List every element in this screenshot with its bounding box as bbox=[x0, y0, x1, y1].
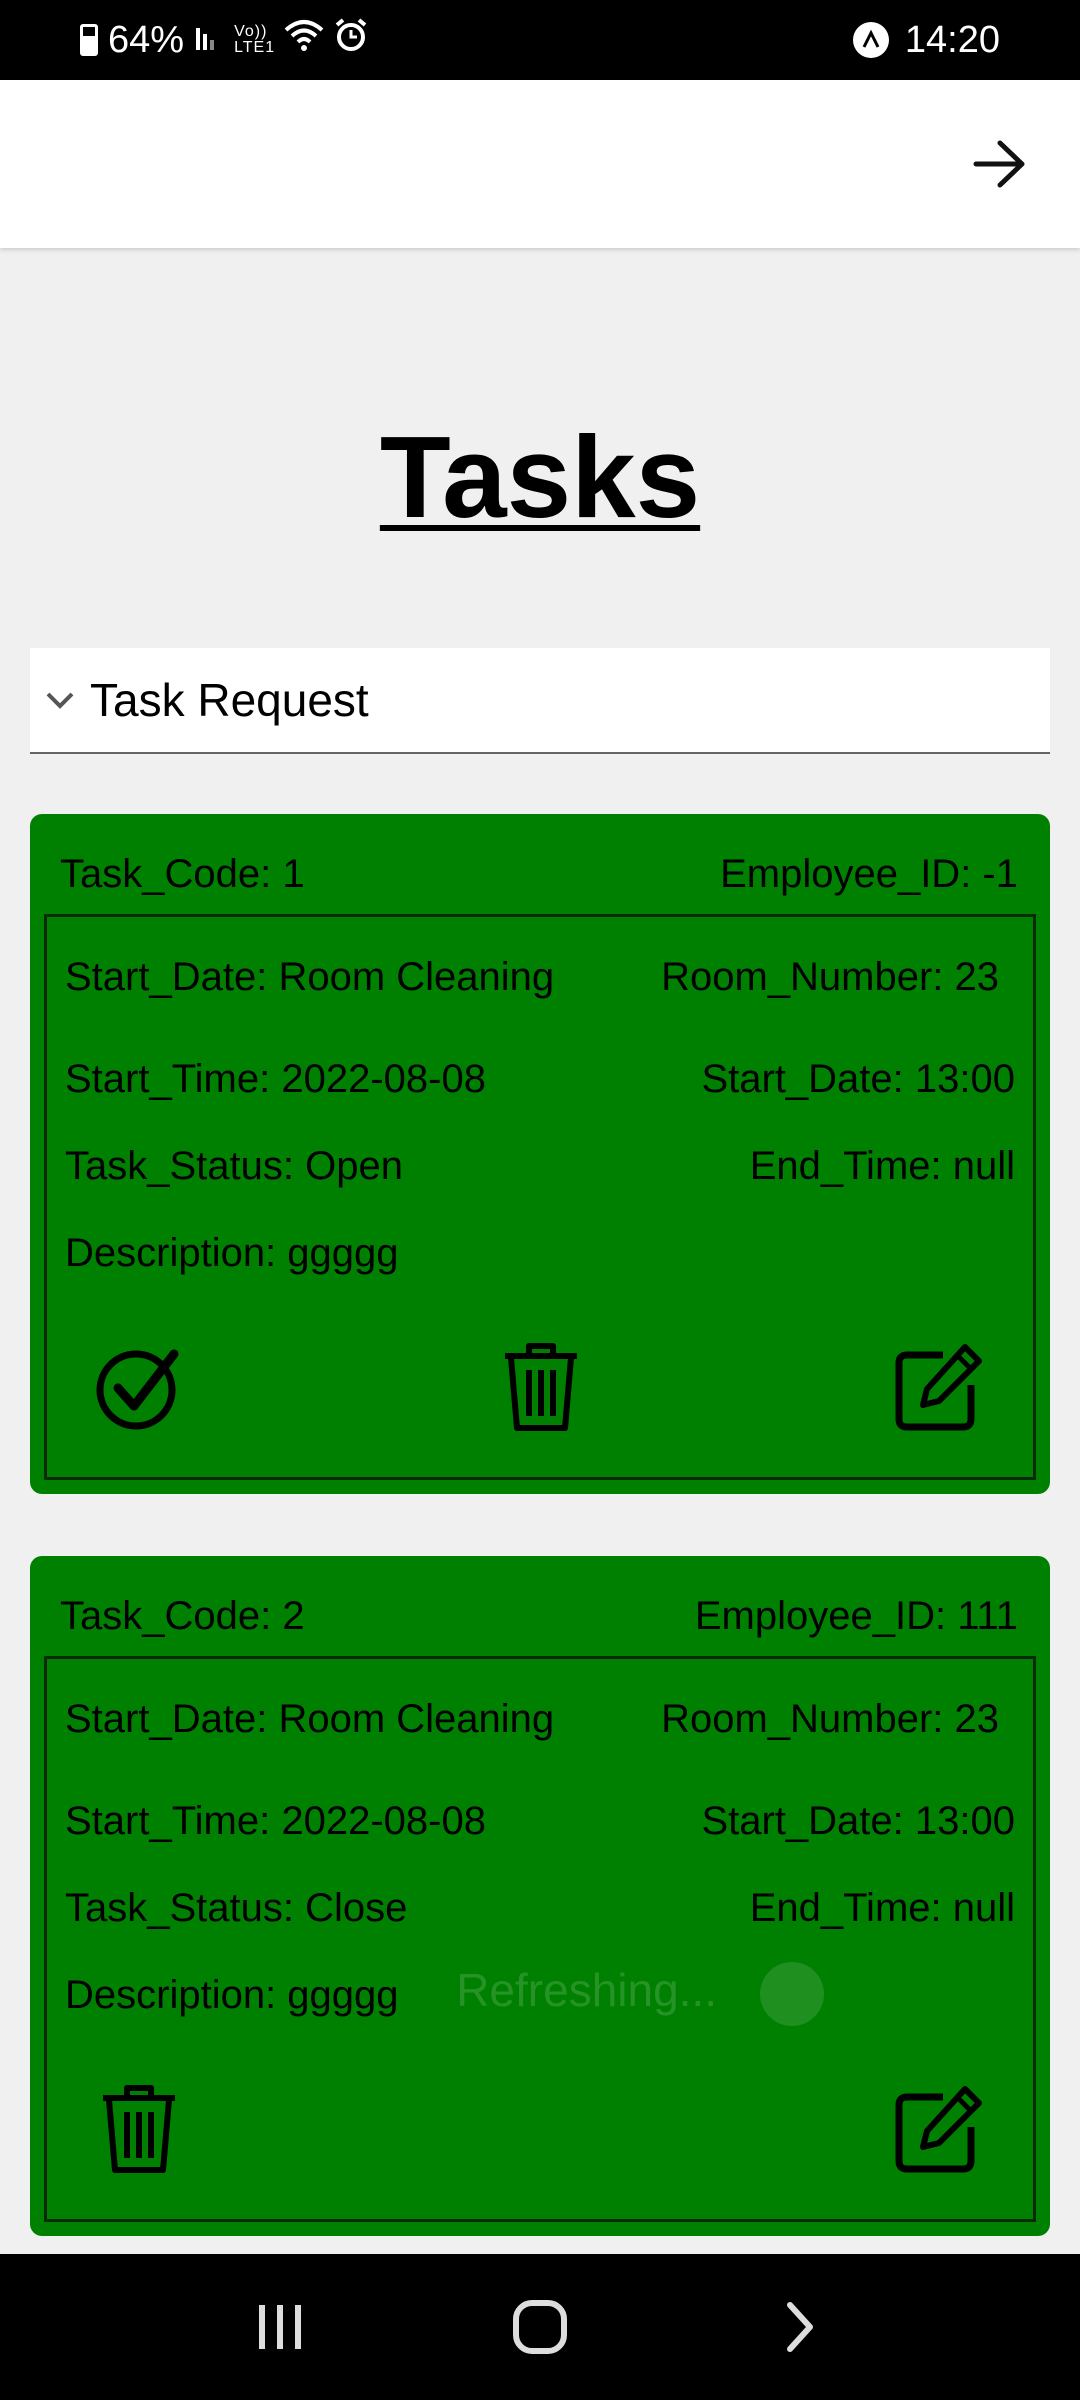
detail-row: Start_Time: 2022-08-08 Start_Date: 13:00 bbox=[65, 1799, 1015, 1844]
detail-row: Description: ggggg bbox=[65, 1973, 1015, 2018]
card-actions bbox=[47, 1337, 1033, 1437]
back-icon bbox=[787, 2302, 813, 2352]
complete-button[interactable] bbox=[89, 1337, 189, 1437]
recent-apps-icon bbox=[259, 2305, 301, 2349]
card-details: Start_Date: Room Cleaning Room_Number: 2… bbox=[44, 1656, 1036, 2222]
wifi-icon bbox=[284, 18, 324, 62]
employee-id: Employee_ID: 111 bbox=[694, 1594, 1018, 1638]
card-header: Task_Code: 1 Employee_ID: -1 bbox=[60, 852, 1018, 897]
page-title: Tasks bbox=[379, 412, 701, 542]
detail-row: Start_Date: Room Cleaning Room_Number: 2… bbox=[65, 1697, 1015, 1742]
detail-row: Description: ggggg bbox=[65, 1231, 1015, 1276]
status-right: 14:20 bbox=[852, 18, 1000, 62]
end-time: End_Time: null bbox=[749, 1144, 1015, 1188]
home-icon bbox=[513, 2300, 567, 2354]
card-header: Task_Code: 2 Employee_ID: 111 bbox=[60, 1594, 1018, 1639]
home-button[interactable] bbox=[495, 2282, 585, 2372]
start-time: Start_Time: 2022-08-08 bbox=[65, 1057, 486, 1101]
status-left: 64% Vo)) LTE1 bbox=[80, 18, 368, 62]
task-code: Task_Code: 1 bbox=[60, 852, 305, 896]
task-status: Task_Status: Open bbox=[65, 1144, 403, 1188]
delete-button[interactable] bbox=[89, 2079, 189, 2179]
arrow-right-icon bbox=[973, 140, 1025, 188]
task-status: Task_Status: Close bbox=[65, 1886, 408, 1930]
delete-button[interactable] bbox=[491, 1337, 591, 1437]
employee-id: Employee_ID: -1 bbox=[720, 852, 1018, 896]
task-code: Task_Code: 2 bbox=[60, 1594, 305, 1638]
check-circle-icon bbox=[96, 1349, 179, 1430]
task-card: Task_Code: 2 Employee_ID: 111 Start_Date… bbox=[30, 1556, 1050, 2236]
start-date: Start_Date: 13:00 bbox=[701, 1057, 1015, 1101]
battery-level: 64% bbox=[108, 18, 185, 61]
task-request-accordion[interactable]: Task Request bbox=[30, 648, 1050, 754]
card-actions bbox=[47, 2079, 1033, 2179]
start-time: Start_Time: 2022-08-08 bbox=[65, 1799, 486, 1843]
edit-button[interactable] bbox=[889, 2079, 989, 2179]
edit-icon bbox=[895, 2086, 982, 2173]
description: Description: ggggg bbox=[65, 1231, 399, 1275]
trash-icon bbox=[103, 2085, 175, 2173]
edit-icon bbox=[895, 1344, 982, 1431]
card-details: Start_Date: Room Cleaning Room_Number: 2… bbox=[44, 914, 1036, 1480]
signal-icon bbox=[194, 22, 224, 59]
chevron-down-icon bbox=[46, 692, 74, 709]
task-type: Start_Date: Room Cleaning bbox=[65, 1697, 555, 1741]
recent-apps-button[interactable] bbox=[235, 2282, 325, 2372]
start-date: Start_Date: 13:00 bbox=[701, 1799, 1015, 1843]
task-type: Start_Date: Room Cleaning bbox=[65, 955, 555, 999]
detail-row: Start_Time: 2022-08-08 Start_Date: 13:00 bbox=[65, 1057, 1015, 1102]
accordion-label: Task Request bbox=[90, 674, 369, 726]
alarm-icon bbox=[334, 18, 368, 62]
detail-row: Start_Date: Room Cleaning Room_Number: 2… bbox=[65, 955, 1015, 1000]
system-nav-bar bbox=[0, 2254, 1080, 2400]
trash-icon bbox=[505, 1343, 577, 1431]
notification-icon bbox=[852, 22, 889, 58]
back-button[interactable] bbox=[755, 2282, 845, 2372]
room-number: Room_Number: 23 bbox=[661, 955, 999, 999]
detail-row: Task_Status: Open End_Time: null bbox=[65, 1144, 1015, 1189]
forward-button[interactable] bbox=[960, 124, 1040, 204]
task-card: Task_Code: 1 Employee_ID: -1 Start_Date:… bbox=[30, 814, 1050, 1494]
battery-icon bbox=[80, 24, 98, 56]
clock: 14:20 bbox=[904, 18, 1000, 61]
description: Description: ggggg bbox=[65, 1973, 399, 2017]
room-number: Room_Number: 23 bbox=[661, 1697, 999, 1741]
edit-button[interactable] bbox=[889, 1337, 989, 1437]
detail-row: Task_Status: Close End_Time: null bbox=[65, 1886, 1015, 1931]
end-time: End_Time: null bbox=[749, 1886, 1015, 1930]
status-bar: 64% Vo)) LTE1 14:20 bbox=[0, 0, 1080, 80]
app-bar bbox=[0, 80, 1080, 248]
volte-label: Vo)) LTE1 bbox=[234, 23, 276, 56]
